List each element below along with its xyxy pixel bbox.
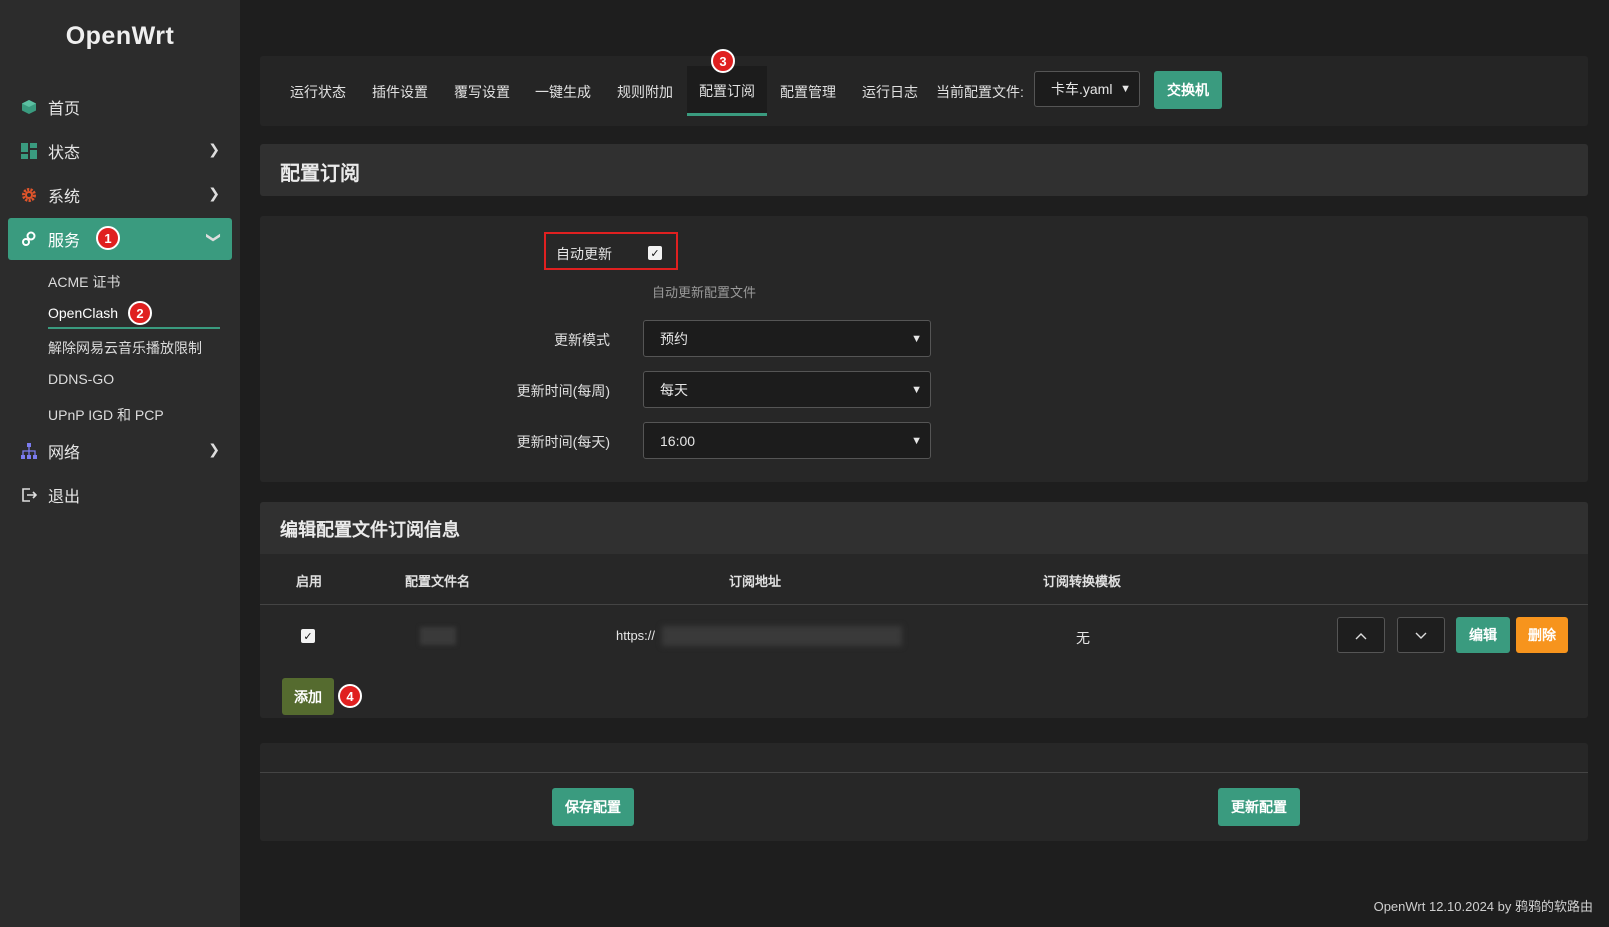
tab-one-click-generate[interactable]: 一键生成 bbox=[535, 82, 591, 102]
switch-button[interactable]: 交换机 bbox=[1154, 71, 1222, 109]
url-blurred bbox=[662, 626, 902, 646]
chevron-down-icon: ▼ bbox=[911, 383, 922, 396]
update-mode-value: 预约 bbox=[660, 330, 688, 347]
sidebar-sub-upnp[interactable]: UPnP IGD 和 PCP bbox=[48, 405, 164, 425]
tab-bar: 运行状态 插件设置 覆写设置 一键生成 规则附加 配置订阅 配置管理 运行日志 … bbox=[260, 56, 1588, 126]
step-badge-4: 4 bbox=[338, 684, 362, 708]
sidebar-sub-unblock-netease[interactable]: 解除网易云音乐播放限制 bbox=[48, 338, 202, 358]
update-config-button[interactable]: 更新配置 bbox=[1218, 788, 1300, 826]
weekly-time-value: 每天 bbox=[660, 381, 688, 398]
config-file-label: 当前配置文件: bbox=[936, 84, 1024, 100]
sidebar-sub-acme[interactable]: ACME 证书 bbox=[48, 272, 120, 292]
delete-button[interactable]: 删除 bbox=[1516, 617, 1568, 653]
sidebar-item-label: 状态 bbox=[48, 145, 81, 162]
divider bbox=[260, 772, 1588, 773]
tab-run-log[interactable]: 运行日志 bbox=[862, 82, 918, 102]
sidebar-item-label: 服务 bbox=[48, 233, 81, 250]
gear-icon bbox=[20, 186, 38, 204]
sidebar-item-status[interactable]: 状态 ❯ bbox=[8, 130, 232, 172]
tab-config-subscription[interactable]: 配置订阅 bbox=[687, 66, 767, 116]
sidebar-item-network[interactable]: 网络 ❯ bbox=[8, 430, 232, 472]
subscription-form: 自动更新 ✓ 自动更新配置文件 更新模式 预约 ▼ 更新时间(每周) 每天 ▼ … bbox=[260, 216, 1588, 482]
column-config-name: 配置文件名 bbox=[405, 574, 471, 589]
save-config-button[interactable]: 保存配置 bbox=[552, 788, 634, 826]
sidebar-sub-ddns-go[interactable]: DDNS-GO bbox=[48, 371, 114, 387]
tab-run-status[interactable]: 运行状态 bbox=[290, 82, 346, 102]
cogs-icon bbox=[20, 230, 38, 248]
weekly-time-label: 更新时间(每周) bbox=[516, 383, 610, 399]
edit-section-title: 编辑配置文件订阅信息 bbox=[280, 520, 460, 540]
subscription-header: 配置订阅 bbox=[260, 144, 1588, 196]
config-file-select[interactable]: 卡车.yaml ▼ bbox=[1034, 71, 1140, 107]
tab-override-settings[interactable]: 覆写设置 bbox=[454, 82, 510, 102]
footer-actions: 保存配置 更新配置 bbox=[260, 743, 1588, 841]
sidebar-item-label: 网络 bbox=[48, 445, 81, 462]
chevron-down-icon: ▼ bbox=[1120, 83, 1131, 95]
footer-text: OpenWrt 12.10.2024 by 鸦鸦的软路由 bbox=[1373, 899, 1593, 914]
brand-logo: OpenWrt bbox=[65, 22, 175, 50]
sidebar-item-label: 退出 bbox=[48, 489, 81, 506]
move-up-button[interactable] bbox=[1337, 617, 1385, 653]
edit-button[interactable]: 编辑 bbox=[1456, 617, 1510, 653]
row-enabled-checkbox[interactable]: ✓ bbox=[301, 629, 315, 643]
edit-section-header: 编辑配置文件订阅信息 bbox=[260, 502, 1588, 554]
daily-time-label: 更新时间(每天) bbox=[516, 434, 610, 450]
config-name-blurred bbox=[420, 627, 456, 645]
table-header: 启用 配置文件名 订阅地址 订阅转换模板 bbox=[260, 554, 1588, 605]
column-enabled: 启用 bbox=[296, 574, 323, 589]
sidebar-item-logout[interactable]: 退出 bbox=[8, 474, 232, 516]
sidebar-item-system[interactable]: 系统 ❯ bbox=[8, 174, 232, 216]
chevron-right-icon: ❯ bbox=[208, 441, 220, 457]
subscription-url: https:// bbox=[616, 628, 656, 643]
column-template: 订阅转换模板 bbox=[1043, 574, 1122, 589]
tab-config-manage[interactable]: 配置管理 bbox=[780, 82, 836, 102]
edit-subscription-section: 编辑配置文件订阅信息 启用 配置文件名 订阅地址 订阅转换模板 ✓ https:… bbox=[260, 502, 1588, 718]
page-title: 配置订阅 bbox=[280, 163, 360, 185]
sidebar: OpenWrt 首页 状态 ❯ 系统 ❯ 服务 ❯ 1 ACME 证书 Open… bbox=[0, 0, 240, 927]
step-badge-2: 2 bbox=[128, 301, 152, 325]
auto-update-label: 自动更新 bbox=[556, 246, 612, 262]
daily-time-value: 16:00 bbox=[660, 432, 696, 449]
step-badge-3: 3 bbox=[711, 49, 735, 73]
dashboard-icon bbox=[20, 142, 38, 160]
network-icon bbox=[20, 442, 38, 460]
column-subscription-url: 订阅地址 bbox=[729, 574, 782, 589]
auto-update-hint: 自动更新配置文件 bbox=[652, 285, 757, 300]
auto-update-highlight: 自动更新 ✓ bbox=[544, 232, 678, 270]
update-mode-select[interactable]: 预约 ▼ bbox=[643, 320, 931, 357]
sidebar-item-services[interactable]: 服务 ❯ bbox=[8, 218, 232, 260]
weekly-time-select[interactable]: 每天 ▼ bbox=[643, 371, 931, 408]
cube-icon bbox=[20, 98, 38, 116]
chevron-right-icon: ❯ bbox=[208, 185, 220, 201]
chevron-down-icon bbox=[1415, 627, 1427, 643]
step-badge-1: 1 bbox=[96, 226, 120, 250]
config-file-value: 卡车.yaml bbox=[1051, 81, 1113, 97]
table-row: ✓ https:// 无 编辑 删除 bbox=[260, 605, 1588, 665]
tab-plugin-settings[interactable]: 插件设置 bbox=[372, 82, 428, 102]
tab-rule-append[interactable]: 规则附加 bbox=[617, 82, 673, 102]
update-mode-label: 更新模式 bbox=[554, 332, 610, 348]
move-down-button[interactable] bbox=[1397, 617, 1445, 653]
chevron-up-icon bbox=[1355, 627, 1367, 643]
sidebar-item-home[interactable]: 首页 bbox=[8, 86, 232, 128]
chevron-right-icon: ❯ bbox=[208, 141, 220, 157]
sidebar-item-label: 系统 bbox=[48, 189, 81, 206]
auto-update-checkbox[interactable]: ✓ bbox=[648, 246, 662, 260]
sidebar-item-label: 首页 bbox=[48, 101, 81, 118]
add-button[interactable]: 添加 bbox=[282, 678, 334, 715]
template-value: 无 bbox=[1076, 630, 1090, 646]
daily-time-select[interactable]: 16:00 ▼ bbox=[643, 422, 931, 459]
logout-icon bbox=[20, 486, 38, 504]
chevron-down-icon: ▼ bbox=[911, 434, 922, 447]
chevron-down-icon: ▼ bbox=[911, 332, 922, 345]
chevron-down-icon: ❯ bbox=[206, 231, 223, 244]
